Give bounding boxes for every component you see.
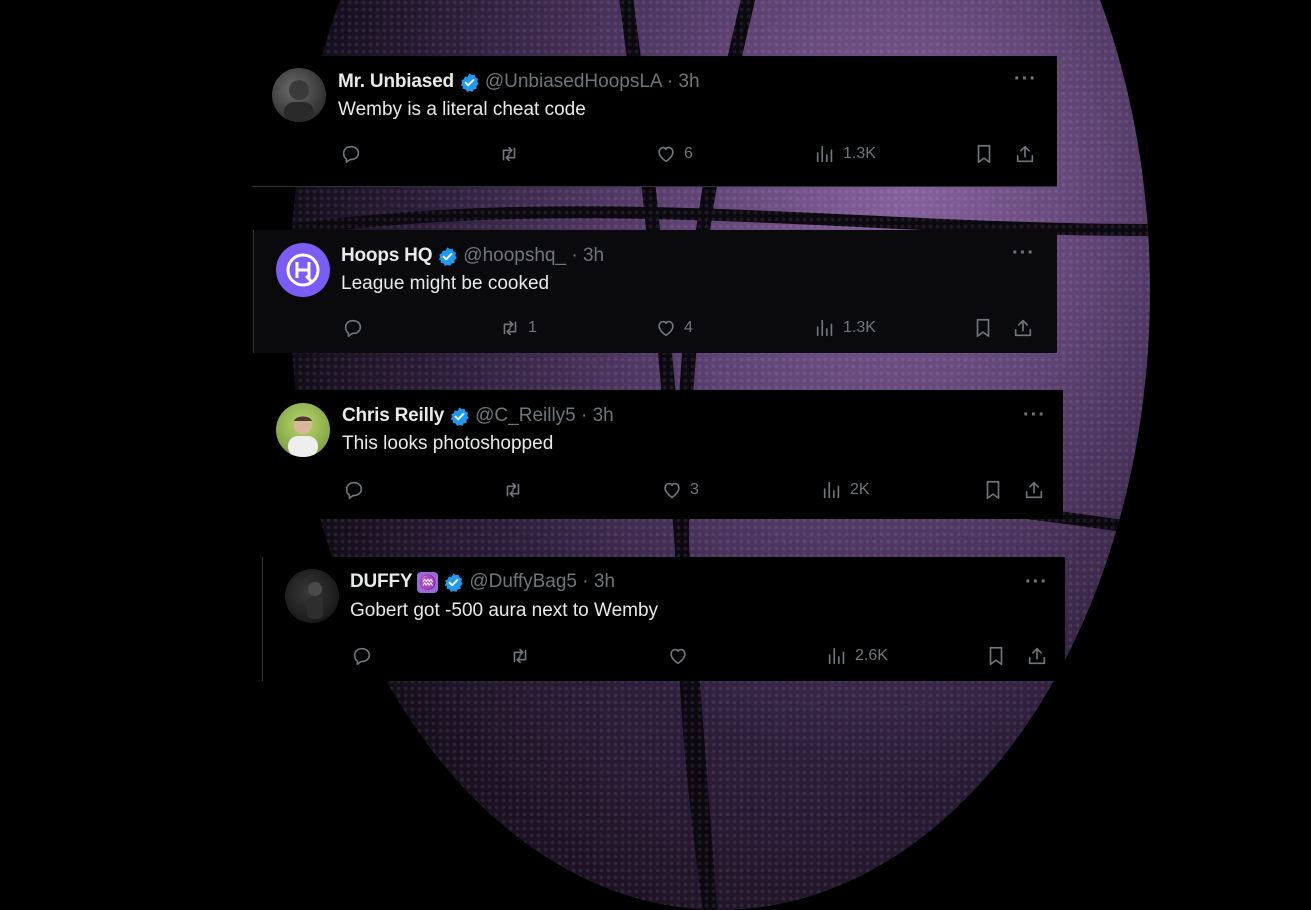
bookmark-button[interactable]: [972, 316, 994, 340]
share-button[interactable]: [1012, 316, 1034, 340]
hoops-hq-logo-icon: [286, 253, 320, 287]
avatar[interactable]: [276, 243, 330, 297]
avatar[interactable]: [276, 403, 330, 457]
avatar-image: [284, 80, 314, 122]
like-button[interactable]: 6: [655, 142, 693, 166]
share-button[interactable]: [1026, 644, 1048, 668]
share-button[interactable]: [1014, 142, 1036, 166]
views-button[interactable]: 2K: [821, 478, 870, 502]
views-chart-icon: [814, 143, 836, 165]
view-count: 2.6K: [855, 647, 888, 664]
heart-icon: [667, 645, 689, 667]
view-count: 2K: [850, 481, 870, 498]
tweet-header: Hoops HQ @hoopshq_ · 3h: [341, 244, 604, 268]
heart-icon: [661, 479, 683, 501]
share-button[interactable]: [1023, 478, 1045, 502]
view-count: 1.3K: [843, 319, 876, 336]
reply-icon: [343, 479, 365, 501]
views-button[interactable]: 2.6K: [826, 644, 888, 668]
heart-icon: [655, 143, 677, 165]
handle-and-time[interactable]: @UnbiasedHoopsLA · 3h: [485, 71, 700, 93]
share-icon: [1012, 317, 1034, 339]
handle-and-time[interactable]: @hoopshq_ · 3h: [463, 245, 604, 267]
avatar[interactable]: [285, 569, 339, 623]
heart-icon: [655, 317, 677, 339]
handle-and-time[interactable]: @DuffyBag5 · 3h: [469, 571, 615, 593]
like-count: 6: [684, 145, 693, 162]
verified-badge-icon: [437, 246, 458, 267]
share-icon: [1026, 645, 1048, 667]
display-name[interactable]: Mr. Unbiased: [338, 71, 454, 93]
bookmark-button[interactable]: [982, 478, 1004, 502]
bookmark-icon: [985, 645, 1007, 667]
more-options-icon[interactable]: ···: [1014, 68, 1037, 91]
aquarius-emoji-icon: ♒: [417, 571, 439, 593]
retweet-button[interactable]: [509, 644, 538, 668]
tweet-card[interactable]: Mr. Unbiased @UnbiasedHoopsLA · 3h Wemby…: [252, 56, 1057, 187]
bookmark-icon: [973, 143, 995, 165]
reply-button[interactable]: [351, 644, 380, 668]
bookmark-icon: [972, 317, 994, 339]
verified-badge-icon: [449, 406, 470, 427]
bookmark-button[interactable]: [973, 142, 995, 166]
like-count: 4: [684, 319, 693, 336]
views-chart-icon: [814, 317, 836, 339]
views-chart-icon: [826, 645, 848, 667]
retweet-button[interactable]: [498, 142, 527, 166]
display-name[interactable]: DUFFY: [350, 571, 413, 593]
reply-button[interactable]: [340, 142, 369, 166]
like-button[interactable]: [667, 644, 696, 668]
more-options-icon[interactable]: ···: [1023, 404, 1046, 427]
retweet-icon: [498, 143, 520, 165]
more-options-icon[interactable]: ···: [1025, 571, 1048, 594]
avatar-image: [288, 416, 318, 457]
share-icon: [1023, 479, 1045, 501]
retweet-count: 1: [528, 319, 537, 336]
retweet-icon: [509, 645, 531, 667]
tweet-header: DUFFY ♒ @DuffyBag5 · 3h: [350, 570, 615, 594]
reply-icon: [351, 645, 373, 667]
tweet-header: Chris Reilly @C_Reilly5 · 3h: [342, 404, 614, 428]
views-button[interactable]: 1.3K: [814, 316, 876, 340]
retweet-button[interactable]: [502, 478, 531, 502]
tweet-text: Wemby is a literal cheat code: [338, 99, 586, 120]
tweet-text: This looks photoshopped: [342, 433, 554, 454]
reply-icon: [340, 143, 362, 165]
tweet-text: League might be cooked: [341, 273, 550, 294]
like-button[interactable]: 3: [661, 478, 699, 502]
retweet-button[interactable]: 1: [499, 316, 537, 340]
tweet-header: Mr. Unbiased @UnbiasedHoopsLA · 3h: [338, 70, 700, 94]
reply-button[interactable]: [342, 316, 371, 340]
display-name[interactable]: Hoops HQ: [341, 245, 432, 267]
views-chart-icon: [821, 479, 843, 501]
tweet-card[interactable]: DUFFY ♒ @DuffyBag5 · 3h Gobert got -500 …: [262, 557, 1065, 681]
view-count: 1.3K: [843, 145, 876, 162]
retweet-icon: [499, 317, 521, 339]
avatar-image: [307, 582, 323, 619]
like-count: 3: [690, 481, 699, 498]
retweet-icon: [502, 479, 524, 501]
reply-icon: [342, 317, 364, 339]
display-name[interactable]: Chris Reilly: [342, 405, 444, 427]
verified-badge-icon: [459, 72, 480, 93]
avatar[interactable]: [272, 68, 326, 122]
tweet-card[interactable]: Chris Reilly @C_Reilly5 · 3h This looks …: [255, 390, 1063, 519]
verified-badge-icon: [443, 572, 464, 593]
bookmark-icon: [982, 479, 1004, 501]
handle-and-time[interactable]: @C_Reilly5 · 3h: [475, 405, 614, 427]
share-icon: [1014, 143, 1036, 165]
tweet-text: Gobert got -500 aura next to Wemby: [350, 600, 659, 621]
more-options-icon[interactable]: ···: [1012, 242, 1035, 265]
like-button[interactable]: 4: [655, 316, 693, 340]
views-button[interactable]: 1.3K: [814, 142, 876, 166]
reply-button[interactable]: [343, 478, 372, 502]
tweet-card[interactable]: Hoops HQ @hoopshq_ · 3h League might be …: [253, 230, 1057, 353]
bookmark-button[interactable]: [985, 644, 1007, 668]
